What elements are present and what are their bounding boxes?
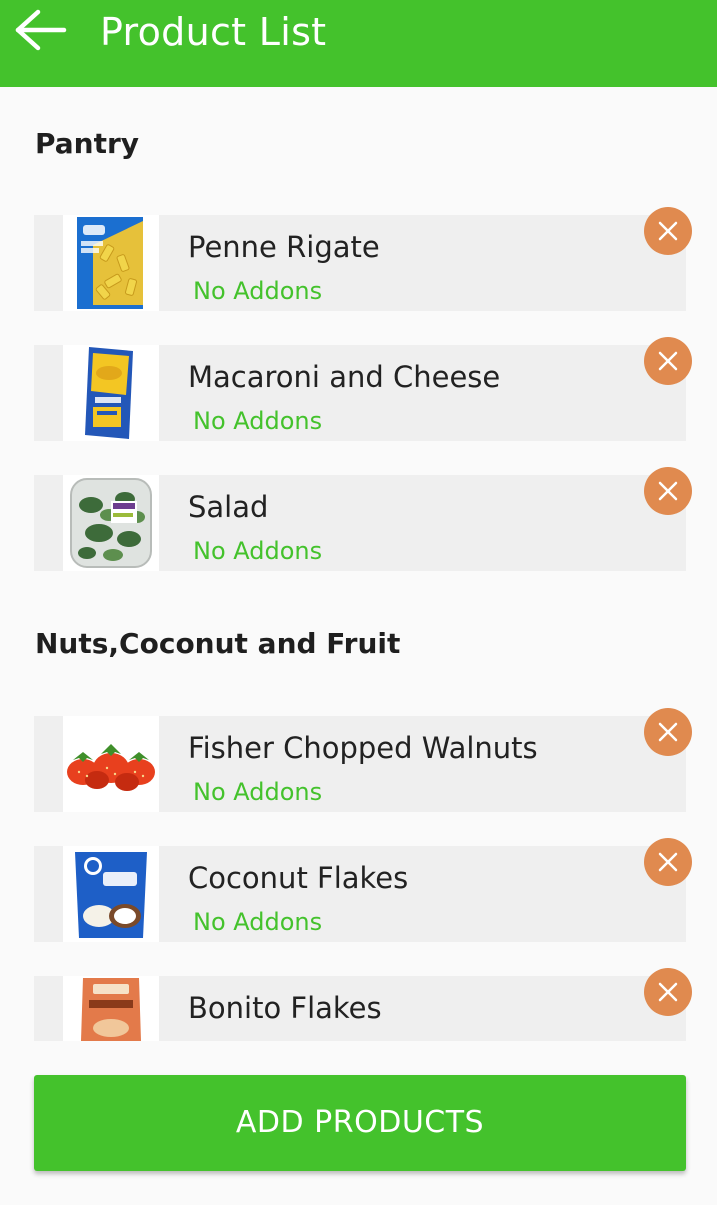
product-card[interactable]: Macaroni and Cheese No Addons — [34, 337, 692, 441]
close-icon[interactable] — [644, 838, 692, 886]
mac-and-cheese-box-image — [85, 347, 133, 439]
salad-container-image — [70, 478, 152, 568]
product-name: Salad — [188, 490, 269, 524]
product-image-walnuts — [63, 716, 159, 812]
product-card[interactable]: Bonito Flakes — [34, 968, 692, 1041]
close-icon[interactable] — [644, 467, 692, 515]
product-name: Fisher Chopped Walnuts — [188, 731, 538, 765]
remove-item-button[interactable] — [644, 337, 692, 385]
close-icon[interactable] — [644, 337, 692, 385]
product-card[interactable]: Fisher Chopped Walnuts No Addons — [34, 708, 692, 812]
back-button[interactable] — [12, 8, 70, 56]
product-addons: No Addons — [193, 277, 323, 305]
product-addons: No Addons — [193, 537, 323, 565]
product-image-macaroni — [63, 345, 159, 441]
add-products-button[interactable]: ADD PRODUCTS — [34, 1075, 686, 1171]
penne-box-image — [77, 217, 143, 309]
product-addons: No Addons — [193, 778, 323, 806]
remove-item-button[interactable] — [644, 467, 692, 515]
product-image-salad — [63, 475, 159, 571]
remove-item-button[interactable] — [644, 838, 692, 886]
close-icon[interactable] — [644, 968, 692, 1016]
product-image-penne — [63, 215, 159, 311]
product-image-coconut — [63, 846, 159, 942]
bonito-flakes-bag-image — [81, 978, 141, 1041]
product-name: Macaroni and Cheese — [188, 360, 501, 394]
close-icon[interactable] — [644, 207, 692, 255]
product-card[interactable]: Penne Rigate No Addons — [34, 207, 692, 311]
section-heading-nuts-coconut-fruit: Nuts,Coconut and Fruit — [35, 627, 401, 660]
remove-item-button[interactable] — [644, 968, 692, 1016]
product-name: Coconut Flakes — [188, 861, 409, 895]
app-bar: Product List — [0, 0, 717, 87]
remove-item-button[interactable] — [644, 708, 692, 756]
product-image-bonito — [63, 976, 159, 1041]
remove-item-button[interactable] — [644, 207, 692, 255]
product-addons: No Addons — [193, 407, 323, 435]
close-icon[interactable] — [644, 708, 692, 756]
product-addons: No Addons — [193, 908, 323, 936]
section-heading-pantry: Pantry — [35, 127, 140, 160]
product-name: Penne Rigate — [188, 230, 380, 264]
strawberries-image — [67, 744, 155, 791]
product-list[interactable]: Pantry Penne Rigate No Addons Macaroni a… — [0, 87, 717, 1205]
product-card[interactable]: Coconut Flakes No Addons — [34, 838, 692, 942]
arrow-left-icon[interactable] — [12, 8, 70, 56]
page-title: Product List — [100, 10, 327, 54]
product-name: Bonito Flakes — [188, 991, 382, 1025]
coconut-flakes-bag-image — [75, 852, 147, 938]
product-card[interactable]: Salad No Addons — [34, 467, 692, 571]
